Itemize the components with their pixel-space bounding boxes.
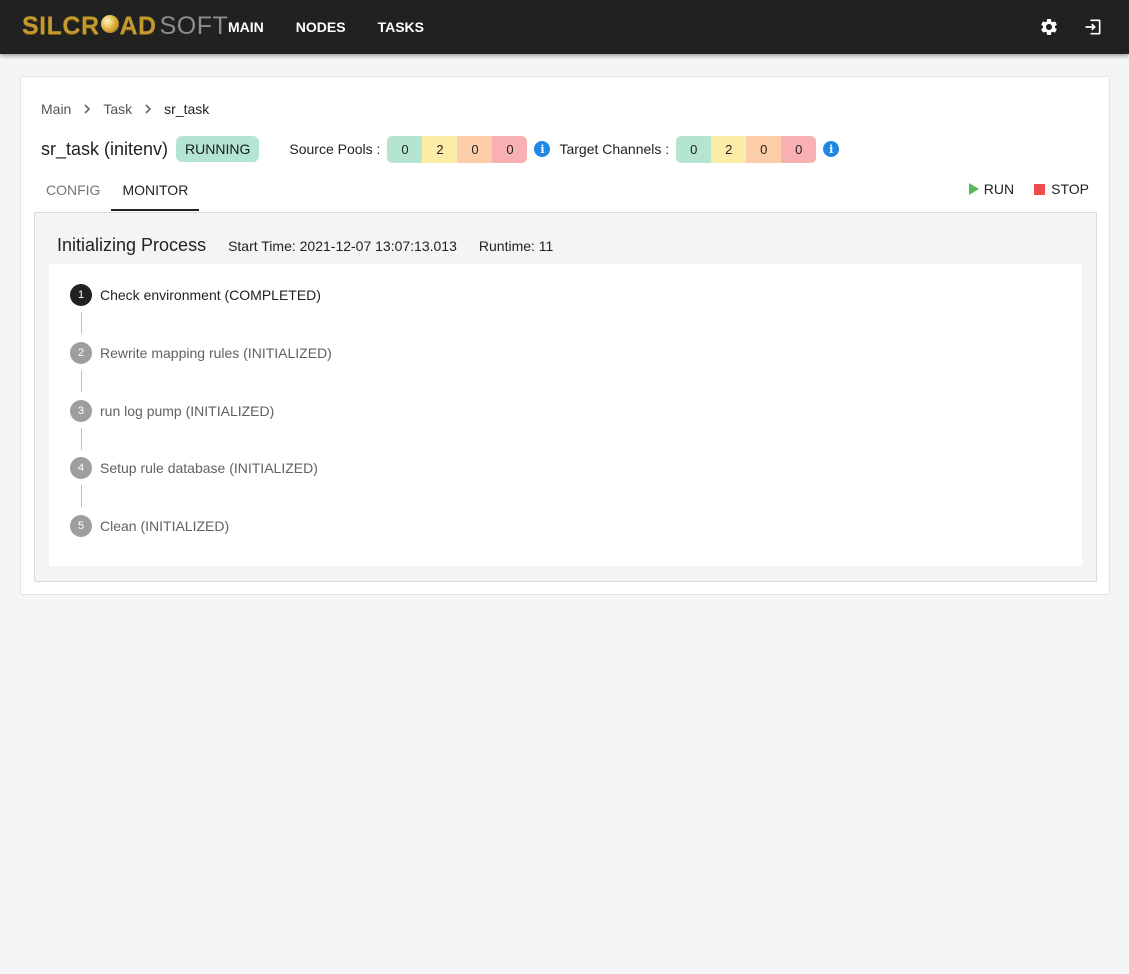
target-channels-label: Target Channels : xyxy=(559,141,670,157)
breadcrumb-main[interactable]: Main xyxy=(41,101,71,117)
step-connector xyxy=(81,428,82,450)
step-item: 5 Clean (INITIALIZED) xyxy=(70,515,229,537)
step-number: 5 xyxy=(70,515,92,537)
chevron-right-icon xyxy=(132,104,164,114)
info-icon[interactable]: i xyxy=(823,141,840,157)
step-number: 1 xyxy=(70,284,92,306)
gear-icon[interactable] xyxy=(1039,17,1059,37)
step-connector xyxy=(81,485,82,507)
step-label: run log pump (INITIALIZED) xyxy=(100,403,275,419)
step-connector xyxy=(81,312,82,334)
step-label: Clean (INITIALIZED) xyxy=(100,518,230,534)
logout-icon[interactable] xyxy=(1083,17,1103,37)
step-item: 2 Rewrite mapping rules (INITIALIZED) xyxy=(70,342,332,364)
breadcrumb-current: sr_task xyxy=(164,101,210,117)
process-header: Initializing Process Start Time: 2021-12… xyxy=(57,235,553,256)
step-item: 4 Setup rule database (INITIALIZED) xyxy=(70,457,318,479)
nav-tasks[interactable]: TASKS xyxy=(362,19,440,35)
tab-config[interactable]: CONFIG xyxy=(35,173,111,211)
step-label: Rewrite mapping rules (INITIALIZED) xyxy=(100,345,332,361)
run-label: RUN xyxy=(983,181,1015,197)
top-app-bar: SILCR AD SOFT MAIN NODES TASKS xyxy=(0,0,1129,54)
task-card: Main Task sr_task sr_task (initenv) RUNN… xyxy=(20,76,1110,595)
target-channels-count-orange: 0 xyxy=(746,135,782,163)
step-item: 1 Check environment (COMPLETED) xyxy=(70,284,321,306)
source-pools-label: Source Pools : xyxy=(289,141,381,157)
silcroad-logo[interactable]: SILCR AD SOFT xyxy=(22,10,228,42)
stop-label: STOP xyxy=(1051,181,1089,197)
source-pools-count-red: 0 xyxy=(492,135,528,163)
tab-monitor[interactable]: MONITOR xyxy=(111,173,200,211)
process-title: Initializing Process xyxy=(57,235,207,255)
step-number: 3 xyxy=(70,400,92,422)
nav-nodes[interactable]: NODES xyxy=(280,19,362,35)
source-pools-count-yellow: 2 xyxy=(422,135,458,163)
breadcrumb-task[interactable]: Task xyxy=(103,101,132,117)
target-channels-count-green: 0 xyxy=(676,135,712,163)
step-label: Setup rule database (INITIALIZED) xyxy=(100,460,318,476)
logo-ball-icon xyxy=(100,15,119,33)
source-pools-count-orange: 0 xyxy=(457,135,493,163)
step-item: 3 run log pump (INITIALIZED) xyxy=(70,400,274,422)
step-number: 2 xyxy=(70,342,92,364)
step-label: Check environment (COMPLETED) xyxy=(100,287,321,303)
task-tabs: CONFIG MONITOR xyxy=(35,173,200,211)
target-channels-counter: 0 2 0 0 xyxy=(676,135,817,163)
task-header: sr_task (initenv) RUNNING Source Pools :… xyxy=(41,135,1101,163)
monitor-panel: Initializing Process Start Time: 2021-12… xyxy=(34,212,1097,582)
breadcrumb: Main Task sr_task xyxy=(41,101,209,117)
source-pools-counter: 0 2 0 0 xyxy=(387,135,528,163)
play-icon xyxy=(968,183,979,195)
top-bar-actions xyxy=(1039,0,1103,54)
steps-list: 1 Check environment (COMPLETED) 2 Rewrit… xyxy=(49,264,1082,566)
chevron-right-icon xyxy=(71,104,103,114)
source-pools-count-green: 0 xyxy=(387,135,423,163)
info-icon[interactable]: i xyxy=(534,141,551,157)
logo-text-part2: AD xyxy=(119,11,157,40)
step-number: 4 xyxy=(70,457,92,479)
task-actions: RUN STOP xyxy=(968,181,1089,197)
logo-text-part1: SILCR xyxy=(22,11,100,40)
run-button[interactable]: RUN xyxy=(968,181,1015,197)
target-channels-count-red: 0 xyxy=(781,135,817,163)
start-time: Start Time: 2021-12-07 13:07:13.013 xyxy=(228,238,457,254)
page-title: sr_task (initenv) xyxy=(41,138,169,159)
stop-button[interactable]: STOP xyxy=(1034,181,1089,197)
status-badge: RUNNING xyxy=(176,136,260,162)
target-channels-count-yellow: 2 xyxy=(711,135,747,163)
stop-icon xyxy=(1034,183,1046,195)
step-connector xyxy=(81,370,82,392)
main-nav: MAIN NODES TASKS xyxy=(212,0,440,54)
runtime: Runtime: 11 xyxy=(478,238,554,254)
nav-main[interactable]: MAIN xyxy=(212,19,280,35)
